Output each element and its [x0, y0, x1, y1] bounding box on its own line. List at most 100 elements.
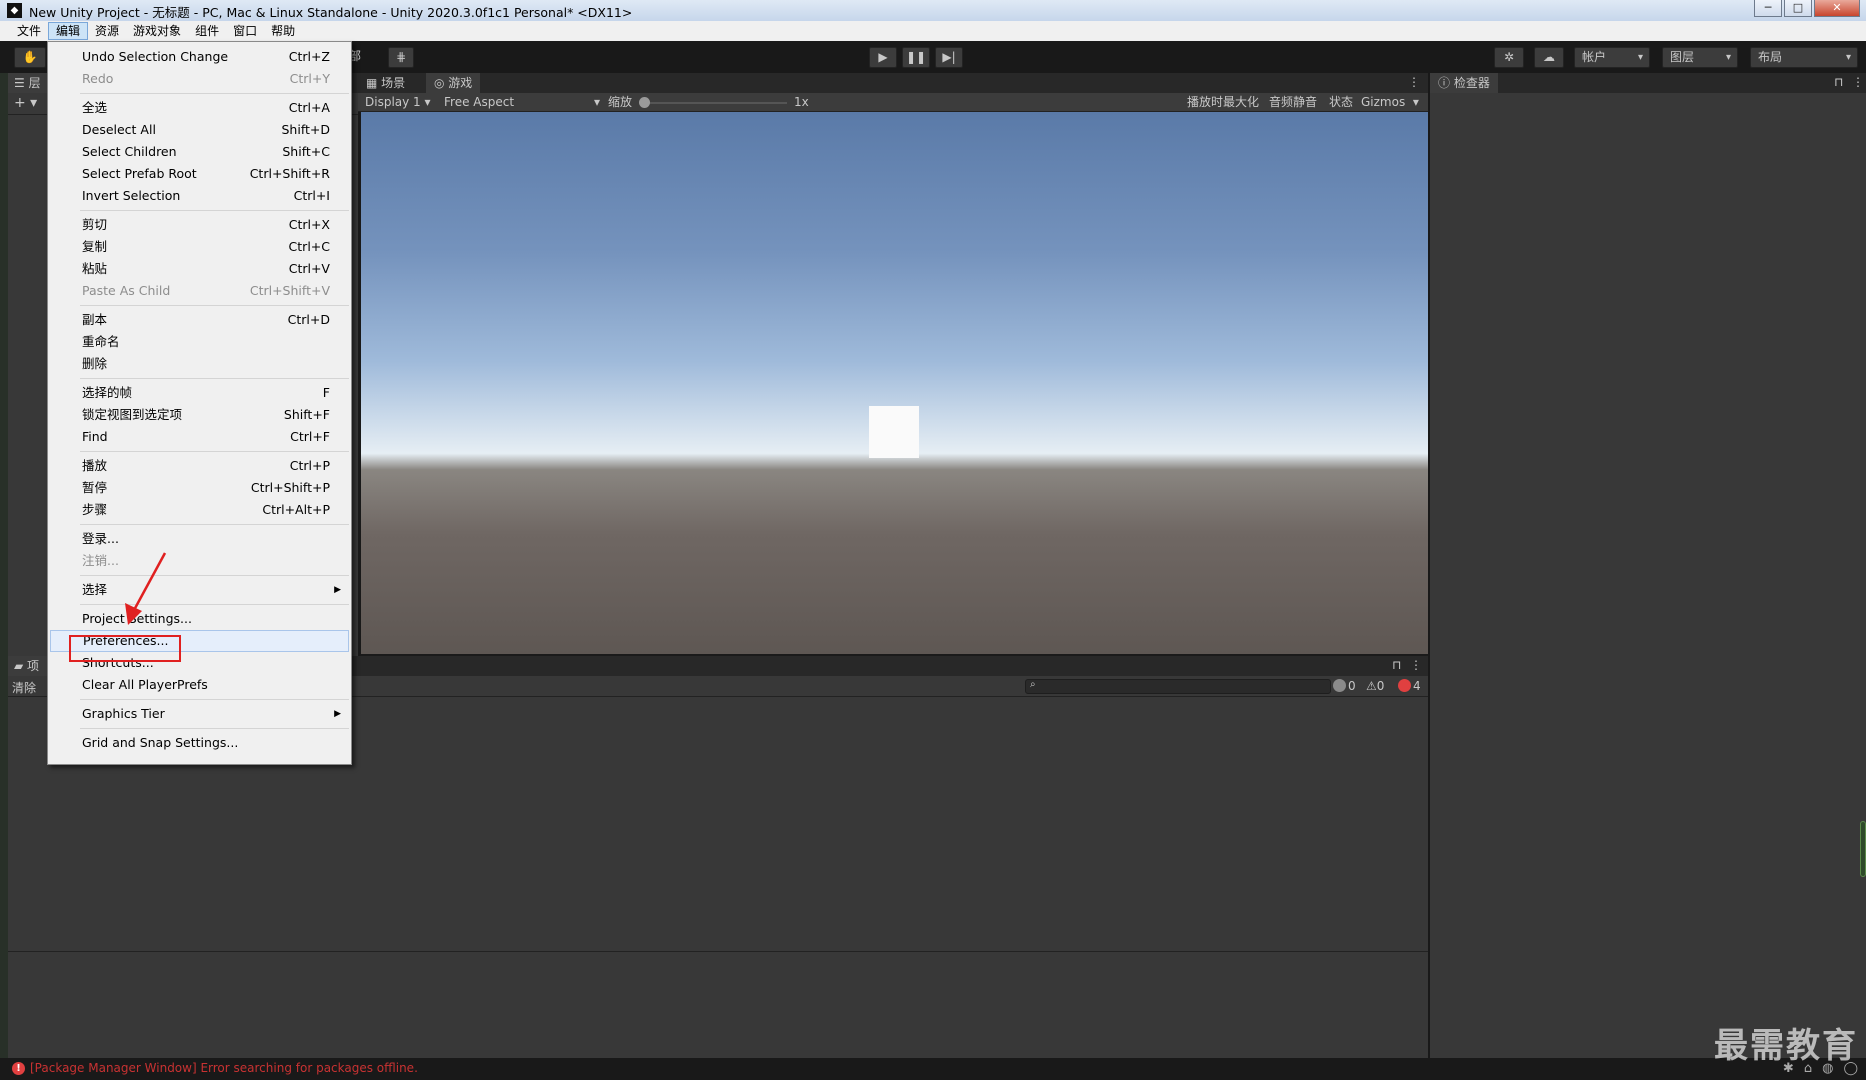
menu-item-label: 删除: [82, 356, 108, 371]
menu-item-shortcut: Ctrl+Z: [288, 49, 330, 64]
menu-item-g6-0[interactable]: 登录...: [48, 528, 351, 550]
step-icon: ▶|: [942, 50, 956, 64]
menu-item-shortcut: Ctrl+P: [289, 458, 330, 473]
menu-item-undo-selection-change[interactable]: Undo Selection Change Ctrl+Z: [48, 46, 351, 68]
menu-item-label: 粘贴: [82, 261, 108, 276]
menu-item-project-settings[interactable]: Project Settings...: [48, 608, 351, 630]
menu-item-g3-1[interactable]: 重命名: [48, 331, 351, 353]
play-button[interactable]: ▶: [869, 47, 897, 68]
hand-icon: ✋: [22, 50, 38, 64]
menu-edit[interactable]: 编辑: [48, 22, 89, 40]
menu-item-find[interactable]: Find Ctrl+F: [48, 426, 351, 448]
info-count[interactable]: 0: [1333, 678, 1356, 695]
kebab-menu-icon[interactable]: ⋮: [1852, 75, 1864, 89]
scrollbar-indicator[interactable]: [1860, 821, 1866, 877]
error-count-value: 4: [1413, 679, 1421, 693]
menu-item-grid-and-snap-settings[interactable]: Grid and Snap Settings...: [48, 732, 351, 754]
submenu-arrow-icon: ▶: [334, 585, 341, 595]
menu-item-label: 选择: [82, 582, 108, 597]
menu-item-g5-0[interactable]: 播放 Ctrl+P: [48, 455, 351, 477]
menu-item-g1-0[interactable]: 全选 Ctrl+A: [48, 97, 351, 119]
layers-dropdown[interactable]: 图层: [1662, 47, 1738, 68]
list-icon: ☰: [14, 76, 29, 90]
lock-icon[interactable]: ⊓: [1834, 75, 1843, 89]
menu-item-g4-1[interactable]: 锁定视图到选定项 Shift+F: [48, 404, 351, 426]
status-message[interactable]: [Package Manager Window] Error searching…: [30, 1061, 418, 1075]
menu-window[interactable]: 窗口: [226, 22, 264, 40]
folder-icon: ▰: [14, 659, 28, 673]
menu-item-shortcut: Ctrl+Shift+V: [249, 283, 330, 298]
tab-scene[interactable]: ▦ 场景: [358, 73, 413, 93]
services-button[interactable]: ✲: [1494, 47, 1524, 68]
scale-slider[interactable]: [639, 93, 787, 112]
grid-icon: ▦: [366, 76, 382, 90]
stats-toggle[interactable]: 状态: [1329, 93, 1353, 112]
menu-item-g2-1[interactable]: 复制 Ctrl+C: [48, 236, 351, 258]
pause-button[interactable]: ❚❚: [902, 47, 930, 68]
menu-item-g2-2[interactable]: 粘贴 Ctrl+V: [48, 258, 351, 280]
game-viewport[interactable]: [361, 112, 1428, 654]
menu-item-label: 登录...: [82, 531, 119, 546]
window-title-bar[interactable]: ◆ New Unity Project - 无标题 - PC, Mac & Li…: [0, 0, 1866, 21]
layout-dropdown[interactable]: 布局: [1750, 47, 1858, 68]
menu-item-g3-0[interactable]: 副本 Ctrl+D: [48, 309, 351, 331]
menu-item-select-children[interactable]: Select Children Shift+C: [48, 141, 351, 163]
menu-item-g4-0[interactable]: 选择的帧 F: [48, 382, 351, 404]
menu-item-label: Paste As Child: [82, 283, 171, 298]
warning-icon: ⚠: [1366, 679, 1377, 693]
lock-icon[interactable]: ⊓: [1392, 658, 1401, 672]
menu-component[interactable]: 组件: [188, 22, 226, 40]
tab-inspector[interactable]: ⓘ 检查器: [1430, 73, 1498, 93]
display-dropdown[interactable]: Display 1 ▾: [365, 93, 431, 112]
error-count[interactable]: 4: [1398, 678, 1421, 695]
menu-item-shortcut: Ctrl+Y: [289, 71, 330, 86]
mute-audio-toggle[interactable]: 音频静音: [1269, 93, 1317, 112]
menu-item-paste-as-child[interactable]: Paste As Child Ctrl+Shift+V: [48, 280, 351, 302]
minimize-button[interactable]: ─: [1754, 0, 1782, 17]
maximize-button[interactable]: □: [1784, 0, 1812, 17]
menu-item-label: Deselect All: [82, 122, 156, 137]
kebab-menu-icon[interactable]: ⋮: [1408, 75, 1420, 89]
menu-item-g5-1[interactable]: 暂停 Ctrl+Shift+P: [48, 477, 351, 499]
tab-project[interactable]: ▰ 项: [8, 656, 48, 676]
tab-game[interactable]: ◎ 游戏: [426, 73, 481, 93]
aspect-dropdown[interactable]: Free Aspect ▾: [444, 93, 600, 112]
menu-item-clear-all-playerprefs[interactable]: Clear All PlayerPrefs: [48, 674, 351, 696]
console-search-input[interactable]: ⌕: [1025, 679, 1331, 694]
tab-project-label: 项: [27, 659, 40, 673]
menu-item-shortcut: Ctrl+I: [293, 188, 330, 203]
menu-item-label: 注销...: [82, 553, 119, 568]
menu-item-g2-0[interactable]: 剪切 Ctrl+X: [48, 214, 351, 236]
tab-hierarchy[interactable]: ☰ 层: [8, 73, 49, 93]
menu-item-g5-2[interactable]: 步骤 Ctrl+Alt+P: [48, 499, 351, 521]
maximize-on-play-toggle[interactable]: 播放时最大化: [1187, 93, 1259, 112]
account-dropdown[interactable]: 帐户: [1574, 47, 1650, 68]
menu-assets[interactable]: 资源: [88, 22, 126, 40]
menu-item-shortcut: Ctrl+Alt+P: [262, 502, 330, 517]
warning-count[interactable]: ⚠0: [1366, 678, 1384, 695]
step-button[interactable]: ▶|: [935, 47, 963, 68]
hand-tool-button[interactable]: ✋: [14, 47, 46, 68]
menu-help[interactable]: 帮助: [264, 22, 302, 40]
add-object-button[interactable]: + ▾: [14, 95, 37, 111]
slider-thumb[interactable]: [639, 97, 650, 108]
menu-item-select-prefab-root[interactable]: Select Prefab Root Ctrl+Shift+R: [48, 163, 351, 185]
cloud-button[interactable]: ☁: [1534, 47, 1564, 68]
aspect-label: Free Aspect: [444, 95, 515, 109]
menu-item-g3-2[interactable]: 删除: [48, 353, 351, 375]
menu-item-redo[interactable]: Redo Ctrl+Y: [48, 68, 351, 90]
close-button[interactable]: ✕: [1814, 0, 1860, 17]
menu-item-g6-1[interactable]: 注销...: [48, 550, 351, 572]
menu-item-deselect-all[interactable]: Deselect All Shift+D: [48, 119, 351, 141]
gizmos-dropdown[interactable]: Gizmos ▾: [1361, 93, 1419, 112]
menu-gameobject[interactable]: 游戏对象: [126, 22, 188, 40]
kebab-menu-icon[interactable]: ⋮: [1410, 658, 1422, 672]
menu-item-graphics-tier[interactable]: Graphics Tier ▶: [48, 703, 351, 725]
clear-button[interactable]: 清除: [12, 679, 36, 696]
grid-snap-button[interactable]: ⋕: [388, 47, 414, 68]
menu-file[interactable]: 文件: [10, 22, 48, 40]
menu-separator: [80, 699, 349, 700]
console-detail-area[interactable]: [8, 952, 1428, 1058]
menu-item-invert-selection[interactable]: Invert Selection Ctrl+I: [48, 185, 351, 207]
menu-item-g7-0[interactable]: 选择 ▶: [48, 579, 351, 601]
